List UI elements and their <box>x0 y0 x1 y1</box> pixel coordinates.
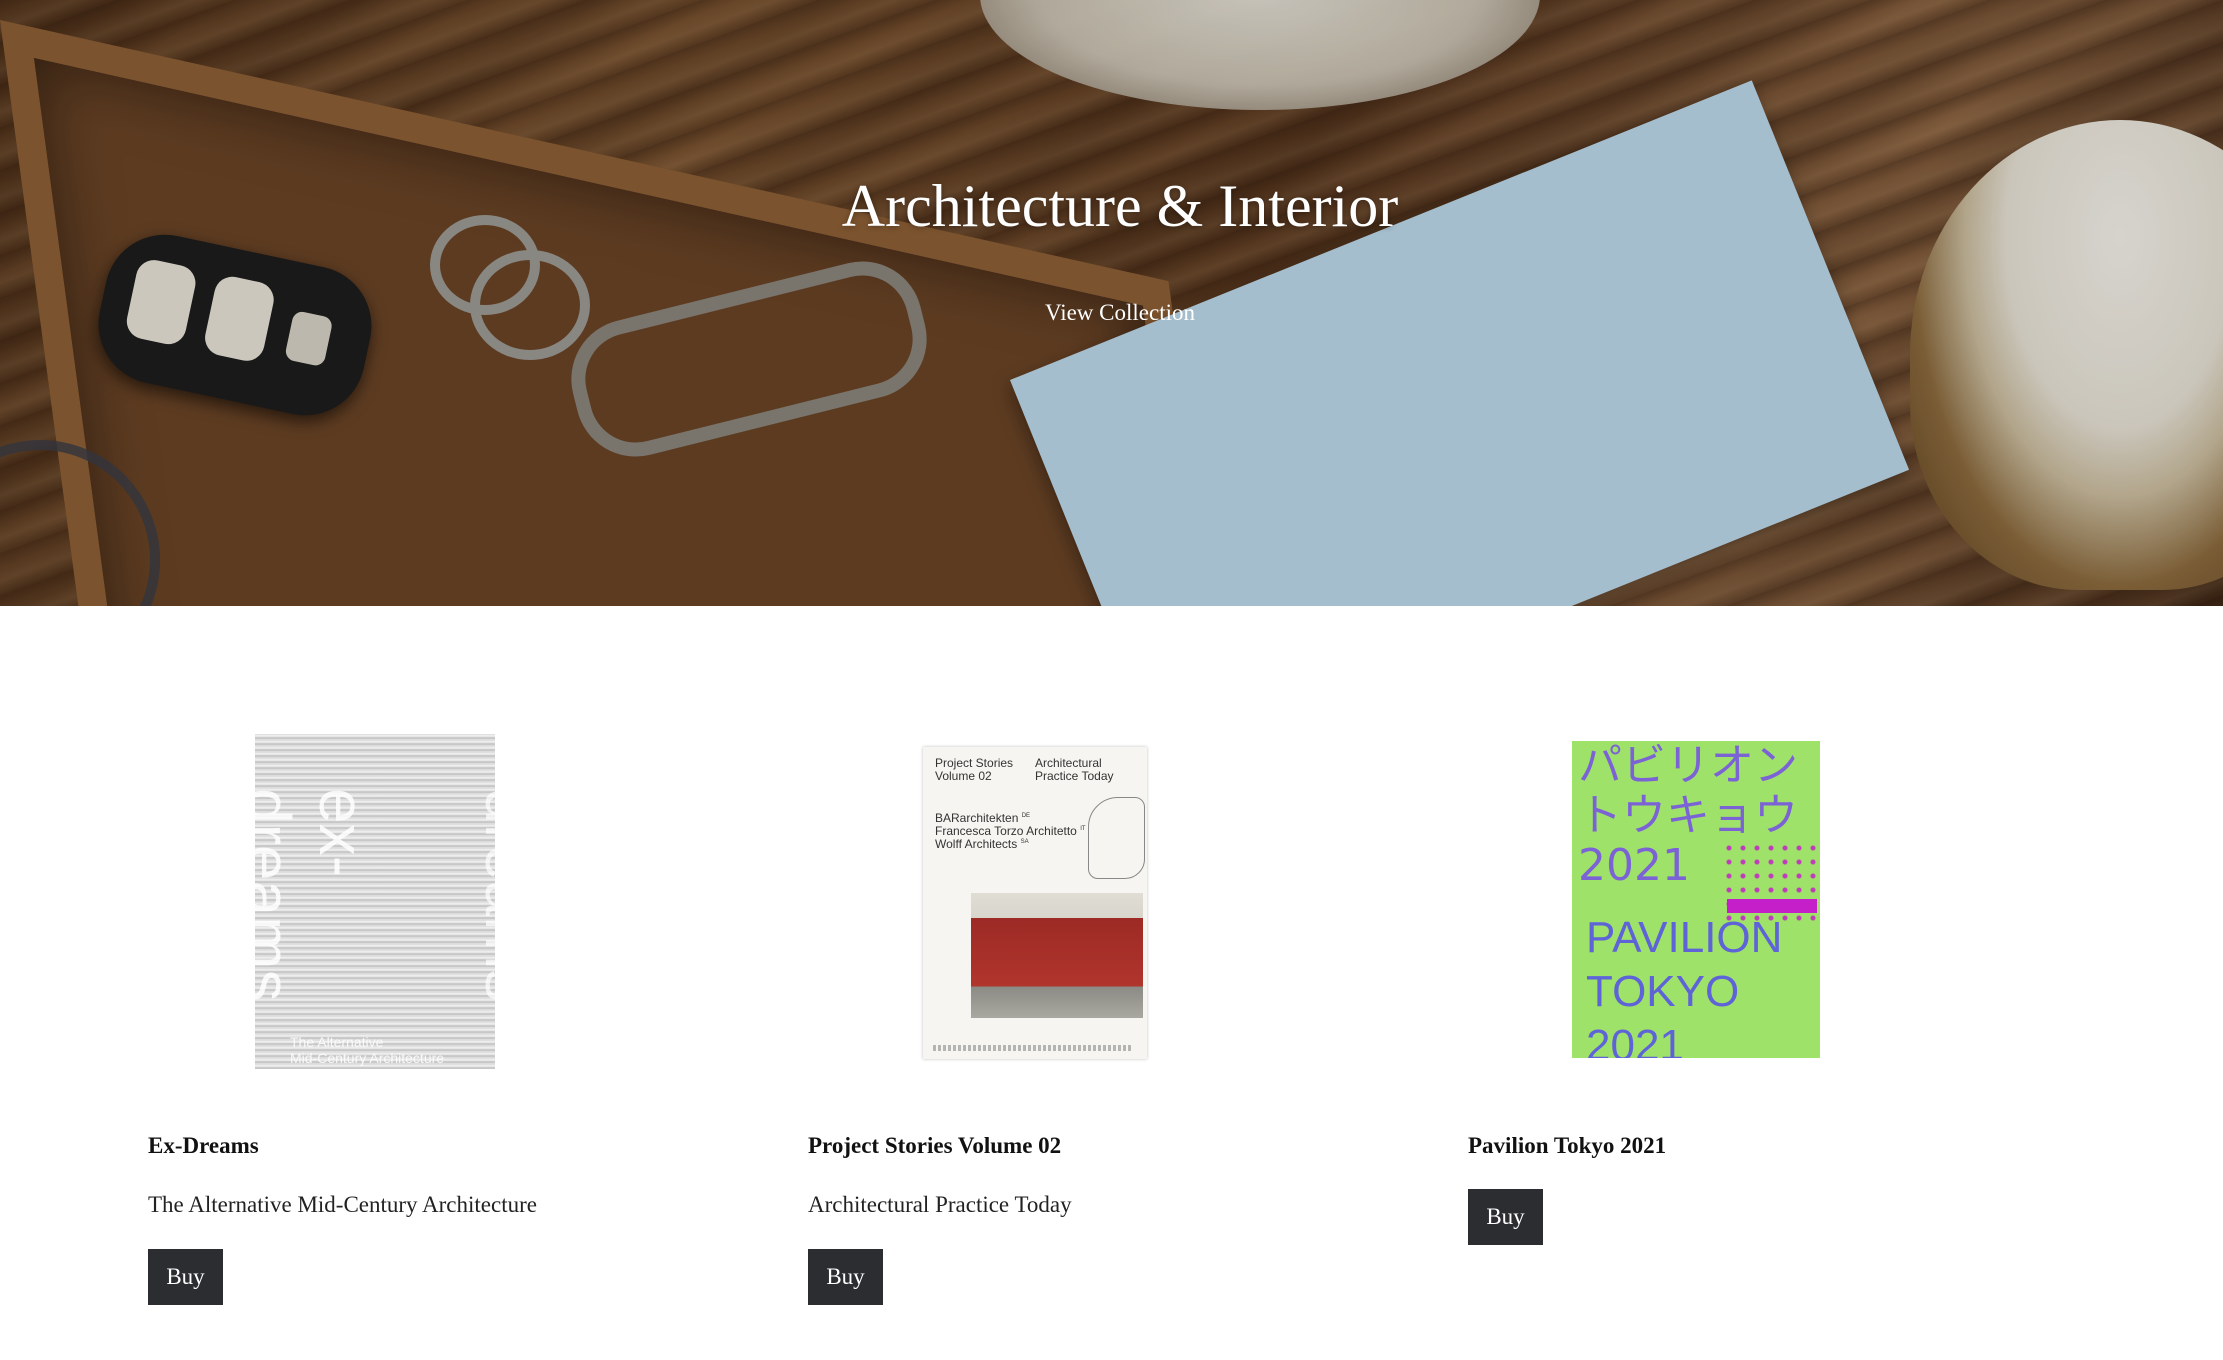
book-cover-image[interactable]: パビリオン トウキョウ 2021 PAVILION TOKYO 2021 <box>1572 741 1820 1058</box>
product-title[interactable]: Ex-Dreams <box>148 1133 259 1159</box>
red-building-photo <box>971 893 1143 1018</box>
product-grid: ex-dreams ex-dreams The Alternative Mid-C… <box>0 606 2223 1360</box>
product-title[interactable]: Pavilion Tokyo 2021 <box>1468 1133 1666 1159</box>
buy-button[interactable]: Buy <box>808 1249 883 1305</box>
view-collection-link[interactable]: View Collection <box>0 300 2223 326</box>
hero-banner: Architecture & Interior View Collection <box>0 0 2223 606</box>
product-subtitle: The Alternative Mid-Century Architecture <box>148 1192 537 1217</box>
product-subtitle: Architectural Practice Today <box>808 1192 1072 1217</box>
product-title[interactable]: Project Stories Volume 02 <box>808 1133 1061 1159</box>
buy-button[interactable]: Buy <box>148 1249 223 1305</box>
hero-title: Architecture & Interior <box>841 173 1399 239</box>
buy-button[interactable]: Buy <box>1468 1189 1543 1245</box>
book-cover-image[interactable]: ex-dreams ex-dreams The Alternative Mid-C… <box>255 734 495 1069</box>
book-cover-image[interactable]: Project Stories Volume 02 Architectural … <box>923 747 1147 1059</box>
